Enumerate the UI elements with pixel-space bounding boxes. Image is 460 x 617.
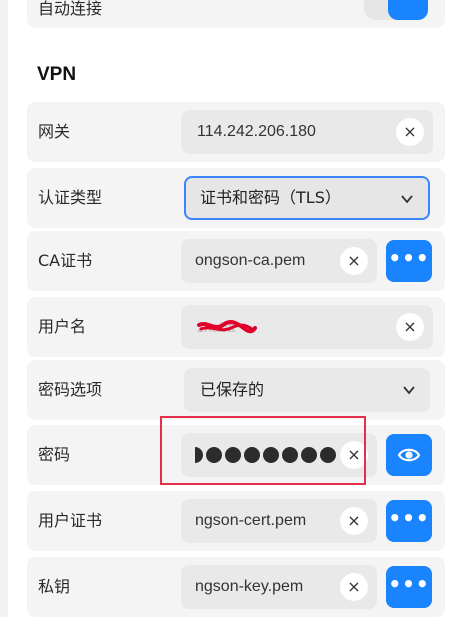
eye-icon <box>397 448 421 462</box>
redaction-scribble <box>197 320 257 334</box>
close-icon[interactable]: × <box>396 313 424 341</box>
ca-cert-input[interactable]: ongson-ca.pem × <box>181 239 377 283</box>
private-key-row: 私钥 ngson-key.pem × ••• <box>27 557 445 617</box>
password-option-row: 密码选项 已保存的 <box>27 360 445 420</box>
chevron-down-icon <box>403 386 415 395</box>
close-icon[interactable]: × <box>340 573 368 601</box>
password-option-label: 密码选项 <box>38 380 103 399</box>
ca-cert-value: ongson-ca.pem <box>195 252 306 269</box>
username-row: 用户名 zhaba × <box>27 297 445 357</box>
private-key-value: ngson-key.pem <box>195 578 304 595</box>
password-option-select[interactable]: 已保存的 <box>184 368 430 412</box>
auth-type-row: 认证类型 证书和密码（TLS） <box>27 168 445 228</box>
user-cert-value: ngson-cert.pem <box>195 512 307 529</box>
username-label: 用户名 <box>38 317 87 336</box>
more-dots-icon: ••• <box>388 246 430 270</box>
auto-connect-toggle[interactable] <box>364 0 428 20</box>
user-cert-row: 用户证书 ngson-cert.pem × ••• <box>27 491 445 551</box>
private-key-input[interactable]: ngson-key.pem × <box>181 565 377 609</box>
password-label: 密码 <box>38 445 71 464</box>
gateway-value: 114.242.206.180 <box>197 123 316 140</box>
toggle-knob[interactable] <box>388 0 428 20</box>
vpn-section-title: VPN <box>37 64 77 85</box>
ca-cert-row: CA证书 ongson-ca.pem × ••• <box>27 231 445 291</box>
user-cert-label: 用户证书 <box>38 511 103 530</box>
auto-connect-label: 自动连接 <box>38 0 103 18</box>
user-cert-browse-button[interactable]: ••• <box>386 500 432 542</box>
auth-type-label: 认证类型 <box>38 188 103 207</box>
private-key-browse-button[interactable]: ••• <box>386 566 432 608</box>
auto-connect-row: 自动连接 <box>27 0 445 28</box>
auth-type-value: 证书和密码（TLS） <box>200 188 341 207</box>
gateway-label: 网关 <box>38 122 71 141</box>
user-cert-input[interactable]: ngson-cert.pem × <box>181 499 377 543</box>
gateway-row: 网关 114.242.206.180 × <box>27 102 445 162</box>
ca-cert-label: CA证书 <box>38 251 93 270</box>
close-icon[interactable]: × <box>340 247 368 275</box>
close-icon[interactable]: × <box>340 507 368 535</box>
password-option-value: 已保存的 <box>200 380 265 399</box>
ca-cert-browse-button[interactable]: ••• <box>386 240 432 282</box>
username-input[interactable]: zhaba × <box>181 305 433 349</box>
private-key-label: 私钥 <box>38 577 71 596</box>
password-reveal-button[interactable] <box>386 434 432 476</box>
left-panel-edge <box>0 0 8 617</box>
close-icon[interactable]: × <box>396 118 424 146</box>
auth-type-select[interactable]: 证书和密码（TLS） <box>184 176 430 220</box>
more-dots-icon: ••• <box>388 506 430 530</box>
gateway-input[interactable]: 114.242.206.180 × <box>181 110 433 154</box>
more-dots-icon: ••• <box>388 572 430 596</box>
highlight-annotation <box>160 416 366 485</box>
chevron-down-icon <box>401 195 413 204</box>
